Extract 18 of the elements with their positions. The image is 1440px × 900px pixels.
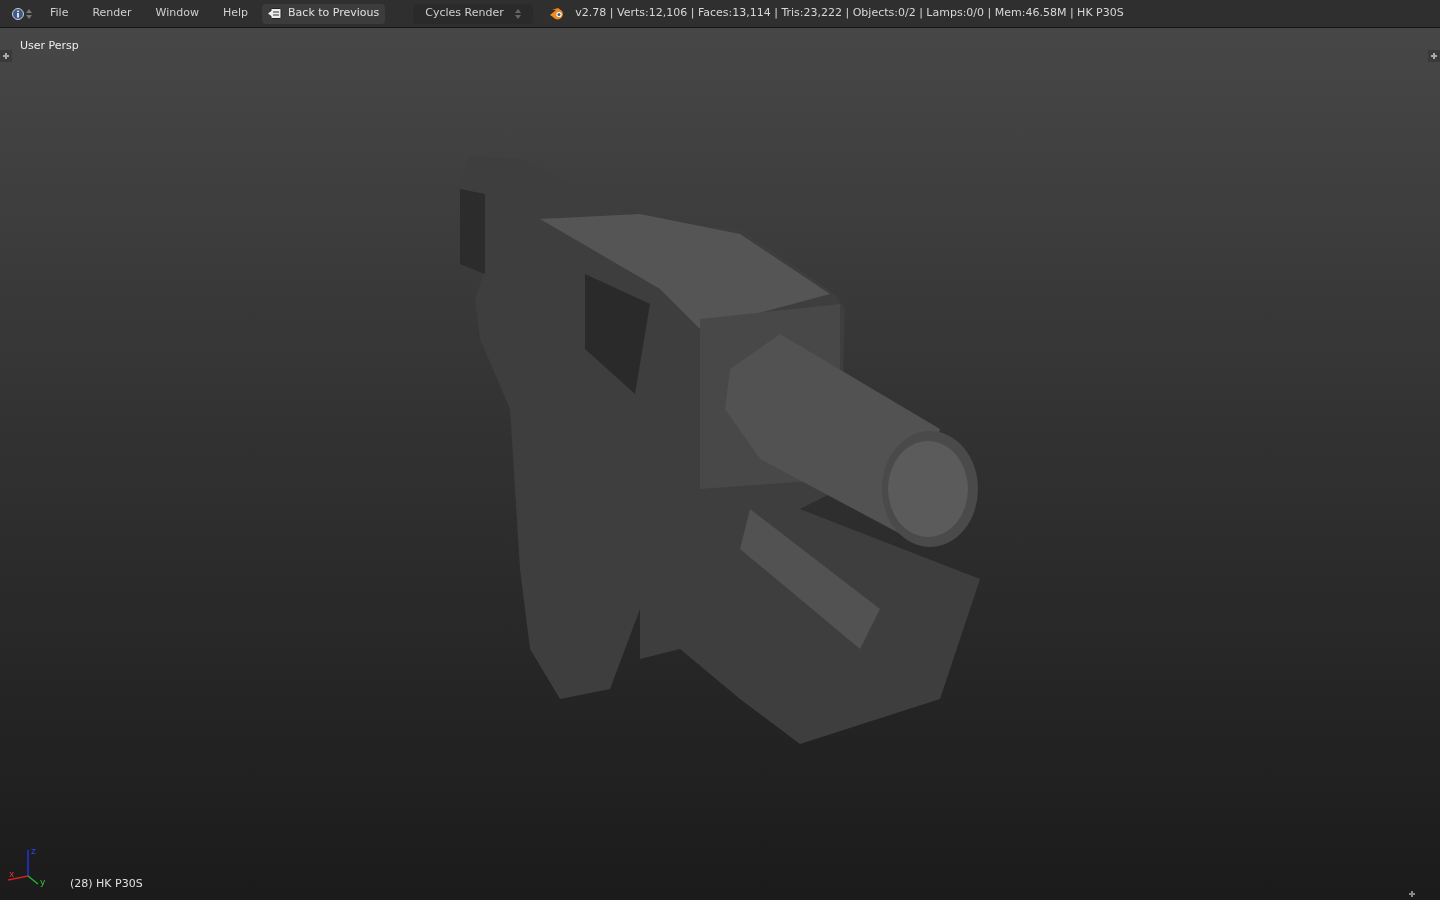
plus-icon[interactable] <box>0 50 12 62</box>
back-to-previous-button[interactable]: Back to Previous <box>262 3 386 24</box>
render-engine-dropdown[interactable]: Cycles Render <box>413 3 534 24</box>
plus-icon[interactable] <box>1408 890 1416 898</box>
updown-arrows-icon <box>26 7 32 20</box>
info-icon <box>12 7 24 20</box>
updown-arrows-icon <box>515 7 522 20</box>
menu-item[interactable]: Help <box>212 5 259 22</box>
scene-statistics: v2.78 | Verts:12,106 | Faces:13,114 | Tris:23,222 | Objects:0/2 | Lamps:0/0 | Mem:46.58M | HK P30S <box>575 5 1124 22</box>
menu-item[interactable]: File <box>40 5 79 22</box>
menu-item[interactable]: Window <box>145 5 209 22</box>
axis-gizmo-drawing: z x y <box>4 844 48 888</box>
menu-item[interactable]: Render <box>82 5 142 22</box>
view-label: User Persp <box>20 38 79 54</box>
object-label: (28) HK P30S <box>70 875 143 892</box>
back-icon <box>268 8 283 19</box>
plus-icon[interactable] <box>1428 50 1440 62</box>
logo-icon <box>549 7 566 20</box>
